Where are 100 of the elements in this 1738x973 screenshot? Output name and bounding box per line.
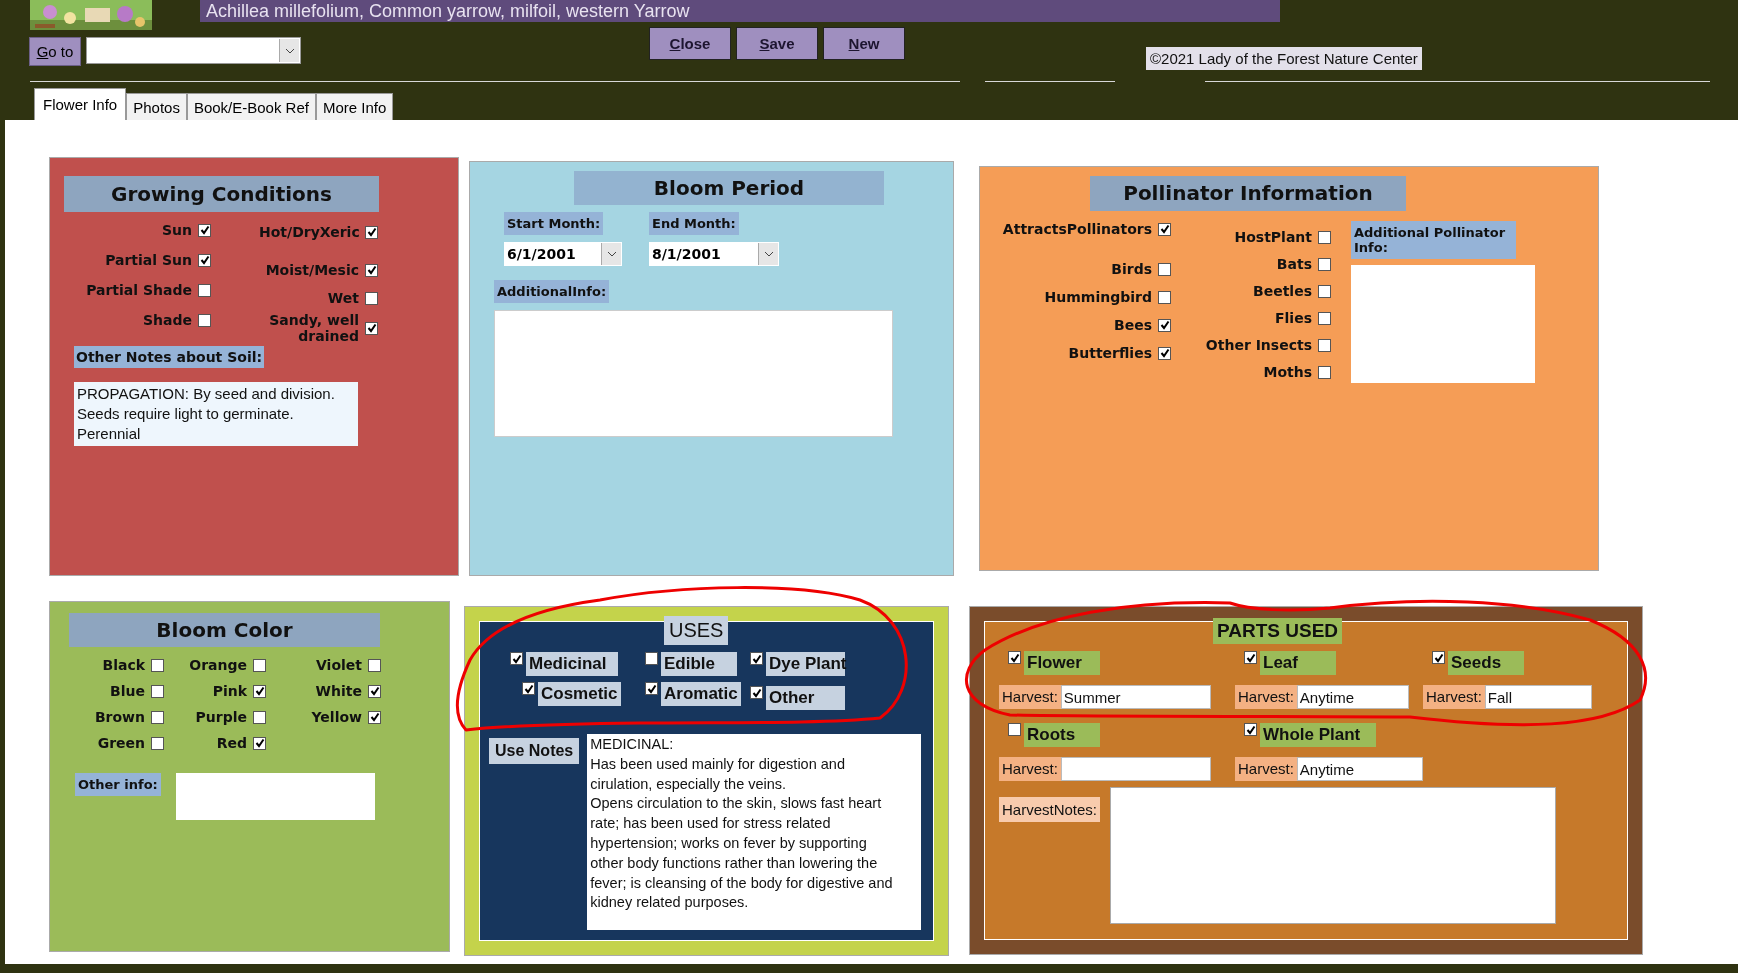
date-dropdown[interactable]: 6/1/2001: [504, 242, 622, 266]
checkbox[interactable]: [510, 652, 523, 665]
checkbox[interactable]: [1318, 338, 1331, 352]
tab[interactable]: Flower Info: [34, 88, 127, 120]
checkbox[interactable]: [750, 652, 763, 665]
date-dropdown[interactable]: 8/1/2001: [649, 242, 779, 266]
checkbox-label: Beetles: [1253, 283, 1312, 299]
checkbox[interactable]: [1318, 365, 1331, 379]
section-header: Bloom Color: [69, 613, 380, 647]
field-label: Start Month:: [504, 212, 604, 235]
checkbox[interactable]: [1244, 723, 1257, 736]
checkbox-label: Moths: [1263, 364, 1312, 380]
checkbox-label: Purple: [195, 709, 247, 725]
checkbox-label: Violet: [316, 657, 362, 673]
checkbox[interactable]: [368, 684, 381, 698]
checkbox[interactable]: [198, 283, 211, 297]
checkbox[interactable]: [1318, 230, 1331, 244]
checkbox[interactable]: [1158, 290, 1171, 304]
checkbox-label: Wet: [326, 290, 359, 306]
checkbox[interactable]: [1158, 346, 1171, 360]
checkbox[interactable]: [368, 658, 381, 672]
harvest-field[interactable]: Anytime: [1296, 757, 1423, 781]
tab[interactable]: Book/E-Book Ref: [186, 93, 316, 120]
field-label: Harvest:: [1423, 685, 1485, 709]
goto-dropdown[interactable]: [86, 37, 301, 64]
section-header: Bloom Period: [574, 171, 884, 205]
command-button[interactable]: New: [823, 27, 905, 60]
checkbox[interactable]: [1318, 257, 1331, 271]
command-button[interactable]: Close: [649, 27, 731, 60]
checkbox[interactable]: [1158, 262, 1171, 276]
checkbox[interactable]: [1318, 311, 1331, 325]
checkbox[interactable]: [253, 658, 266, 672]
checkbox-label: Cosmetic: [538, 682, 621, 706]
field-label: Harvest:: [1235, 757, 1297, 781]
checkbox-label: Aromatic: [661, 682, 741, 706]
checkbox[interactable]: [522, 682, 535, 695]
checkbox[interactable]: [151, 736, 164, 750]
field-label: Harvest:: [999, 757, 1061, 781]
harvest-field[interactable]: Anytime: [1296, 685, 1409, 709]
checkbox-label: AttractsPollinators: [1002, 221, 1152, 237]
field-label: Use Notes: [489, 738, 580, 764]
checkbox-label: Moist/Mesic: [264, 262, 359, 278]
checkbox[interactable]: [151, 710, 164, 724]
checkbox-label: Partial Sun: [105, 252, 192, 268]
checkbox[interactable]: [1008, 651, 1021, 664]
checkbox-label: Edible: [661, 652, 737, 676]
checkbox[interactable]: [1244, 651, 1257, 664]
checkbox[interactable]: [1318, 284, 1331, 298]
checkbox-label: Blue: [110, 683, 145, 699]
checkbox-label: HostPlant: [1234, 229, 1312, 245]
notes-field[interactable]: MEDICINAL: Has been used mainly for digestion and cirulation, especially the veins. Opens circulation to the skin, slows fast heart rate; has been used for stress related hypertension; works on fever by supporting other body functions rather than lowering the fever; is cleansing of the body for digestive and kidney related purposes.: [587, 734, 922, 930]
checkbox[interactable]: [198, 313, 211, 327]
tab[interactable]: More Info: [315, 93, 394, 120]
checkbox[interactable]: [253, 684, 266, 698]
harvest-field[interactable]: Summer: [1060, 685, 1211, 709]
record-title: Achillea millefolium, Common yarrow, milfoil, western Yarrow: [200, 0, 1280, 22]
checkbox[interactable]: [368, 710, 381, 724]
notes-field[interactable]: PROPAGATION: By seed and division. Seeds require light to germinate. Perennial: [74, 382, 358, 446]
tab[interactable]: Photos: [126, 93, 187, 120]
checkbox[interactable]: [365, 225, 378, 239]
checkbox[interactable]: [151, 684, 164, 698]
checkbox[interactable]: [253, 710, 266, 724]
checkbox-label: Orange: [189, 657, 247, 673]
checkbox-label: Birds: [1111, 261, 1152, 277]
checkbox[interactable]: [750, 686, 763, 699]
checkbox-label: Seeds: [1448, 651, 1524, 675]
checkbox[interactable]: [1158, 222, 1171, 236]
checkbox-label: Black: [102, 657, 145, 673]
checkbox[interactable]: [645, 652, 658, 665]
checkbox[interactable]: [1158, 318, 1171, 332]
checkbox[interactable]: [1008, 723, 1021, 736]
checkbox-label: Green: [97, 735, 145, 751]
checkbox-label: Hot/DryXeric: [259, 224, 359, 240]
checkbox[interactable]: [198, 253, 211, 267]
harvest-field[interactable]: Fall: [1484, 685, 1592, 709]
checkbox[interactable]: [365, 291, 378, 305]
field-label: Harvest:: [999, 685, 1061, 709]
copyright-label: ©2021 Lady of the Forest Nature Center: [1146, 47, 1422, 70]
checkbox[interactable]: [253, 736, 266, 750]
field-label: Additional Pollinator Info:: [1351, 221, 1516, 259]
goto-button[interactable]: Go to: [29, 37, 81, 66]
checkbox[interactable]: [1432, 651, 1445, 664]
checkbox-label: Sun: [161, 222, 192, 238]
checkbox[interactable]: [198, 223, 211, 237]
checkbox[interactable]: [365, 263, 378, 277]
caret-icon: [284, 47, 295, 54]
section-header: PARTS USED: [1213, 618, 1343, 644]
checkbox[interactable]: [365, 321, 378, 335]
checkbox-label: Shade: [143, 312, 192, 328]
field-label: AdditionalInfo:: [494, 280, 610, 303]
checkbox-label: Flower: [1024, 651, 1100, 675]
checkbox[interactable]: [151, 658, 164, 672]
caret-icon: [763, 251, 774, 257]
text-field[interactable]: [175, 773, 375, 820]
command-button[interactable]: Save: [736, 27, 818, 60]
checkbox[interactable]: [645, 682, 658, 695]
checkbox-label: Other Insects: [1205, 337, 1312, 353]
field-label: Other Notes about Soil:: [74, 346, 265, 368]
checkbox-label: Brown: [94, 709, 145, 725]
harvest-field[interactable]: [1060, 757, 1211, 781]
